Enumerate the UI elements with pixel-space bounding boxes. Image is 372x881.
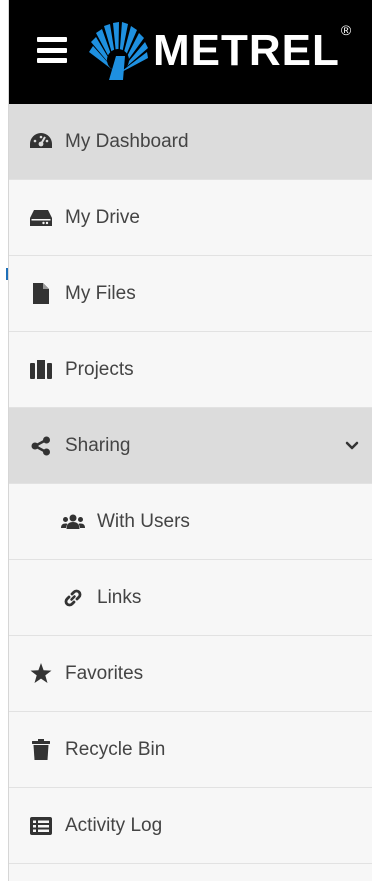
sidebar-item-recycle-bin[interactable]: Recycle Bin bbox=[9, 712, 372, 788]
sidebar-item-my-drive[interactable]: My Drive bbox=[9, 180, 372, 256]
metrel-logo[interactable]: METREL ® bbox=[87, 22, 351, 80]
sidebar-item-my-dashboard[interactable]: My Dashboard bbox=[9, 104, 372, 180]
dashboard-icon bbox=[29, 130, 53, 154]
sidebar-item-label: Favorites bbox=[65, 662, 144, 684]
sidebar-item-label: Sharing bbox=[65, 434, 131, 456]
sidebar-item-label: My Dashboard bbox=[65, 130, 189, 152]
chevron-down-icon[interactable] bbox=[344, 438, 360, 454]
sidebar-item-activity-log[interactable]: Activity Log bbox=[9, 788, 372, 864]
logo-registered-mark: ® bbox=[340, 22, 352, 38]
sidebar-item-label: Projects bbox=[65, 358, 134, 380]
drive-icon bbox=[29, 206, 53, 230]
sidebar-item-label: My Drive bbox=[65, 206, 140, 228]
sidebar-item-my-files[interactable]: My Files bbox=[9, 256, 372, 332]
activity-log-icon bbox=[29, 814, 53, 838]
sidebar-subitem-with-users[interactable]: With Users bbox=[9, 484, 372, 560]
trash-icon bbox=[29, 738, 53, 762]
logo-text: METREL bbox=[153, 26, 340, 75]
logo-burst-icon bbox=[89, 22, 148, 80]
sidebar-item-label: With Users bbox=[97, 510, 190, 532]
star-icon bbox=[29, 662, 53, 686]
page-left-edge bbox=[0, 0, 8, 881]
sidebar-nav: My Dashboard My Drive My Files Projects … bbox=[9, 104, 372, 864]
sidebar-header: METREL ® bbox=[9, 0, 372, 104]
sidebar-item-label: My Files bbox=[65, 282, 136, 304]
hamburger-icon[interactable] bbox=[37, 37, 67, 63]
sidebar-item-label: Activity Log bbox=[65, 814, 163, 836]
sidebar-item-projects[interactable]: Projects bbox=[9, 332, 372, 408]
sidebar: METREL ® My Dashboard My Drive My Files … bbox=[8, 0, 372, 881]
users-icon bbox=[61, 510, 85, 534]
sidebar-item-sharing[interactable]: Sharing bbox=[9, 408, 372, 484]
sidebar-item-label: Links bbox=[97, 586, 142, 608]
share-icon bbox=[29, 434, 53, 458]
sidebar-item-label: Recycle Bin bbox=[65, 738, 166, 760]
projects-icon bbox=[29, 358, 53, 382]
sidebar-item-favorites[interactable]: Favorites bbox=[9, 636, 372, 712]
file-icon bbox=[29, 282, 53, 306]
sidebar-subitem-links[interactable]: Links bbox=[9, 560, 372, 636]
link-icon bbox=[61, 586, 85, 610]
